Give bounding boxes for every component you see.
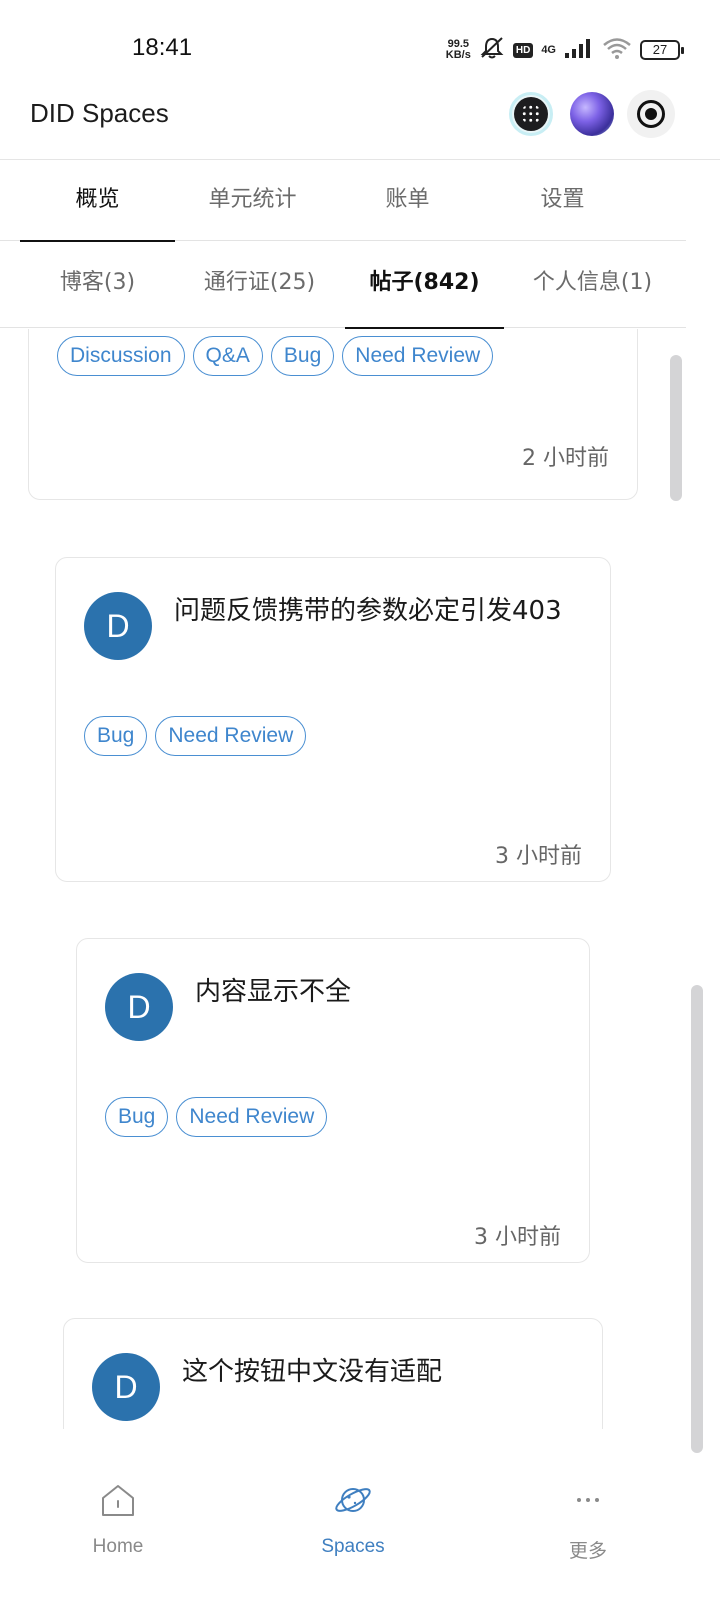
net-speed-unit: KB/s bbox=[445, 49, 471, 61]
post-card[interactable]: D 这个按钮中文没有适配 bbox=[63, 1318, 603, 1429]
battery-icon: 27 bbox=[640, 40, 684, 60]
author-avatar[interactable]: D bbox=[84, 592, 152, 660]
status-icons: 99.5 KB/s HD 4G 27 bbox=[446, 36, 684, 64]
home-icon bbox=[58, 1478, 178, 1522]
user-avatar[interactable] bbox=[570, 92, 614, 136]
signal-icon bbox=[564, 37, 594, 63]
subtab-blogs[interactable]: 博客(3) bbox=[20, 242, 175, 328]
post-time: 3 小时前 bbox=[474, 1225, 561, 1250]
app-header: DID Spaces bbox=[0, 90, 720, 160]
status-bar: 18:41 99.5 KB/s HD 4G 27 bbox=[0, 0, 720, 92]
tag-qa[interactable]: Q&A bbox=[192, 336, 263, 376]
more-icon bbox=[528, 1478, 648, 1522]
network-type: 4G bbox=[541, 44, 556, 56]
subtab-passports[interactable]: 通行证(25) bbox=[182, 242, 337, 328]
nav-spaces[interactable]: Spaces bbox=[293, 1478, 413, 1558]
nav-home[interactable]: Home bbox=[58, 1478, 178, 1558]
post-card[interactable]: D 内容显示不全 Bug Need Review 3 小时前 bbox=[76, 938, 590, 1263]
post-time: 2 小时前 bbox=[522, 446, 609, 471]
nav-label: Spaces bbox=[321, 1536, 385, 1557]
tag-list: Bug Need Review bbox=[84, 716, 307, 756]
post-title[interactable]: 问题反馈携带的参数必定引发403 bbox=[174, 590, 562, 627]
post-card[interactable]: D 问题反馈携带的参数必定引发403 Bug Need Review 3 小时前 bbox=[55, 557, 611, 882]
tab-label: 设置 bbox=[540, 187, 585, 212]
subtab-label: 个人信息(1) bbox=[532, 270, 653, 295]
tab-billing[interactable]: 账单 bbox=[330, 161, 485, 241]
app-title: DID Spaces bbox=[30, 98, 169, 128]
net-speed: 99.5 KB/s bbox=[446, 39, 471, 61]
sub-tabs: 博客(3) 通行证(25) 帖子(842) 个人信息(1) bbox=[0, 242, 686, 329]
tag-need-review[interactable]: Need Review bbox=[176, 1097, 328, 1137]
tag-list: Discussion Q&A Bug Need Review bbox=[57, 336, 494, 376]
wifi-icon bbox=[602, 37, 632, 63]
mute-bell-icon bbox=[479, 36, 505, 64]
status-time: 18:41 bbox=[132, 34, 193, 61]
tab-label: 账单 bbox=[385, 187, 430, 212]
tag-bug[interactable]: Bug bbox=[84, 716, 148, 756]
author-avatar[interactable]: D bbox=[92, 1353, 160, 1421]
hd-badge: HD bbox=[512, 42, 534, 58]
page-scrollbar[interactable] bbox=[691, 985, 703, 1453]
subtab-label: 帖子(842) bbox=[369, 270, 480, 295]
subtab-posts[interactable]: 帖子(842) bbox=[345, 242, 504, 329]
post-card[interactable]: Discussion Q&A Bug Need Review 2 小时前 bbox=[28, 329, 638, 500]
tab-settings[interactable]: 设置 bbox=[485, 161, 640, 241]
tag-bug[interactable]: Bug bbox=[105, 1097, 169, 1137]
post-time: 3 小时前 bbox=[495, 844, 582, 869]
tag-bug[interactable]: Bug bbox=[270, 336, 335, 376]
post-title[interactable]: 内容显示不全 bbox=[195, 971, 351, 1008]
tab-overview[interactable]: 概览 bbox=[20, 161, 175, 242]
tab-label: 单元统计 bbox=[208, 187, 297, 212]
main-tabs: 概览 单元统计 账单 设置 bbox=[0, 161, 686, 242]
tab-unit-stats[interactable]: 单元统计 bbox=[175, 161, 330, 241]
nav-label: Home bbox=[92, 1536, 144, 1557]
subtab-profile[interactable]: 个人信息(1) bbox=[515, 242, 670, 328]
planet-icon bbox=[293, 1478, 413, 1522]
author-avatar[interactable]: D bbox=[105, 973, 173, 1041]
tag-list: Bug Need Review bbox=[105, 1097, 328, 1137]
post-feed: Discussion Q&A Bug Need Review 2 小时前 D 问… bbox=[0, 329, 686, 1429]
target-icon[interactable] bbox=[627, 90, 675, 138]
nav-more[interactable]: 更多 bbox=[528, 1478, 648, 1563]
tag-discussion[interactable]: Discussion bbox=[57, 336, 185, 376]
nav-label: 更多 bbox=[568, 1541, 607, 1562]
post-title[interactable]: 这个按钮中文没有适配 bbox=[182, 1351, 442, 1388]
subtab-label: 通行证(25) bbox=[203, 270, 316, 295]
subtab-label: 博客(3) bbox=[59, 270, 136, 295]
tag-need-review[interactable]: Need Review bbox=[155, 716, 307, 756]
bottom-nav: Home Spaces 更多 bbox=[0, 1460, 720, 1600]
tag-need-review[interactable]: Need Review bbox=[342, 336, 494, 376]
apps-dots-icon[interactable] bbox=[509, 92, 553, 136]
tab-label: 概览 bbox=[75, 187, 120, 212]
